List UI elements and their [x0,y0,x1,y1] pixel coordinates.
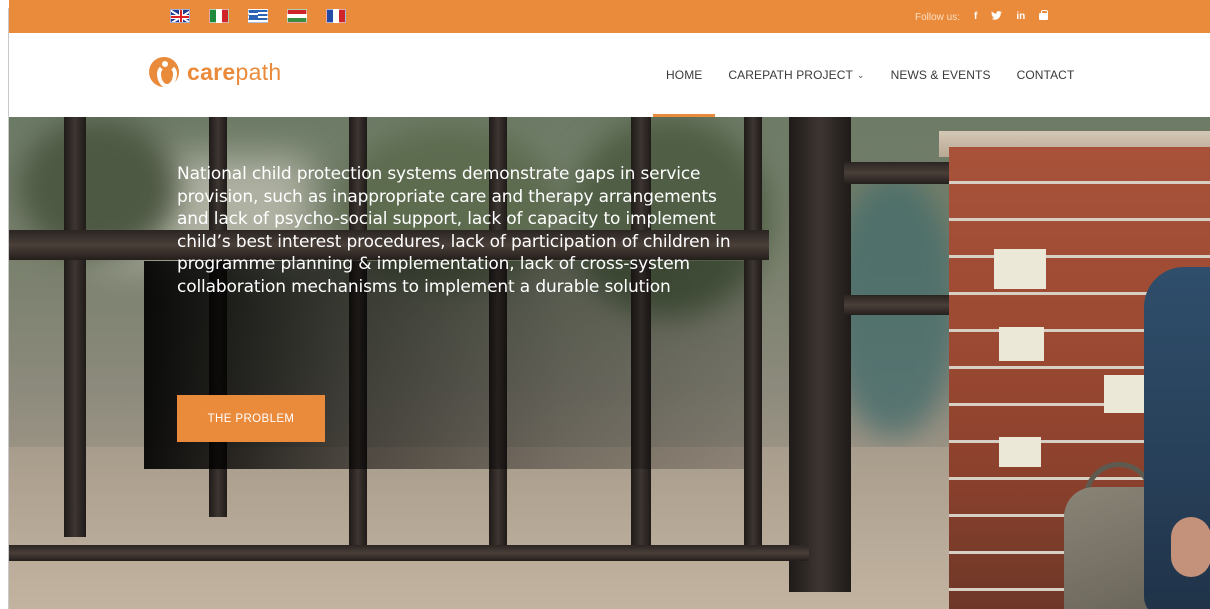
nav-item-contact[interactable]: CONTACT [1004,33,1088,117]
carepath-logo[interactable]: carepath [149,57,282,88]
logo-text: carepath [187,58,282,85]
top-bar: Follow us: f in [9,0,1210,33]
logo-mark-icon [149,57,179,88]
follow-label: Follow us: [915,11,961,23]
greece-flag-icon[interactable] [248,9,268,23]
site-header: carepath HOME CAREPATH PROJECT ⌄ NEWS & E… [9,33,1210,117]
nav-item-home[interactable]: HOME [653,33,716,117]
hungary-flag-icon[interactable] [287,9,307,23]
nav-item-news-events[interactable]: NEWS & EVENTS [878,33,1004,117]
the-problem-button[interactable]: THE PROBLEM [177,395,325,442]
language-selector [170,9,346,23]
chevron-down-icon: ⌄ [856,69,865,80]
social-links: Follow us: f in [915,10,1049,24]
twitter-icon[interactable] [991,10,1003,24]
nav-item-carepath-project[interactable]: CAREPATH PROJECT ⌄ [715,33,877,117]
youtube-icon[interactable] [1039,10,1049,24]
linkedin-icon[interactable]: in [1016,11,1025,23]
hero-headline: National child protection systems demons… [177,164,731,297]
france-flag-icon[interactable] [326,9,346,23]
uk-flag-icon[interactable] [170,9,190,23]
main-nav: HOME CAREPATH PROJECT ⌄ NEWS & EVENTS CON… [653,33,1087,117]
italy-flag-icon[interactable] [209,9,229,23]
facebook-icon[interactable]: f [974,11,977,23]
